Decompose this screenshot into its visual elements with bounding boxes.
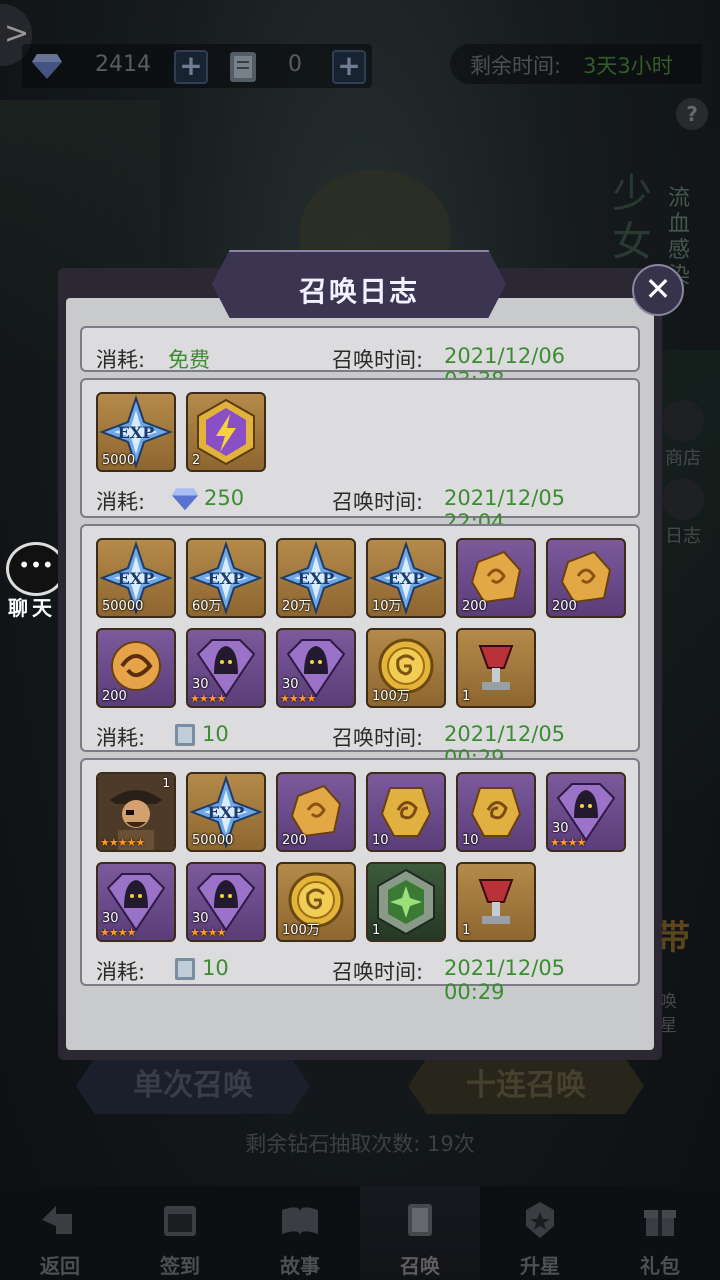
item-stars: ★★★★ — [550, 836, 586, 849]
reward-item[interactable]: 1 ★★★★★ — [96, 772, 176, 852]
item-level: 1 — [162, 776, 170, 790]
reward-item[interactable]: 200 — [456, 538, 536, 618]
cost-label: 消耗: — [96, 490, 146, 514]
item-quantity: 50000 — [102, 599, 144, 614]
svg-text:EXP: EXP — [298, 569, 335, 588]
time-label: 召唤时间: — [332, 960, 424, 984]
reward-item[interactable]: 100万 — [276, 862, 356, 942]
modal-title: 召唤日志 — [298, 275, 419, 308]
svg-text:EXP: EXP — [118, 569, 155, 588]
reward-item[interactable]: 30 ★★★★ — [276, 628, 356, 708]
reward-item[interactable]: 1 — [366, 862, 446, 942]
item-quantity: 30 — [282, 677, 299, 692]
item-quantity: 200 — [552, 599, 577, 614]
reward-item[interactable]: 1 — [456, 862, 536, 942]
item-quantity: 2 — [192, 453, 201, 468]
summon-scroll-icon — [175, 958, 195, 980]
item-quantity: 100万 — [372, 689, 410, 704]
item-stars: ★★★★ — [190, 926, 226, 939]
reward-item[interactable]: EXP 60万 — [186, 538, 266, 618]
item-quantity: 10万 — [372, 599, 402, 614]
reward-item[interactable]: 1 — [456, 628, 536, 708]
time-label: 召唤时间: — [332, 726, 424, 750]
reward-item[interactable]: 10 — [456, 772, 536, 852]
time-label: 召唤时间: — [332, 490, 424, 514]
cost-value: 250 — [204, 486, 245, 510]
reward-item[interactable]: EXP 20万 — [276, 538, 356, 618]
item-quantity: 30 — [192, 911, 209, 926]
chat-icon: ••• — [6, 542, 66, 596]
item-stars: ★★★★ — [100, 926, 136, 939]
reward-item[interactable]: EXP 50000 — [96, 538, 176, 618]
item-stars: ★★★★ — [190, 692, 226, 705]
reward-item[interactable]: 200 — [96, 628, 176, 708]
svg-text:EXP: EXP — [388, 569, 425, 588]
reward-item[interactable]: 30 ★★★★ — [186, 862, 266, 942]
reward-item[interactable]: 30 ★★★★ — [546, 772, 626, 852]
item-quantity: 30 — [192, 677, 209, 692]
item-quantity: 1 — [372, 923, 381, 938]
summon-scroll-icon — [175, 724, 195, 746]
entry-footer: 消耗: 10 召唤时间: 2021/12/05 00:29 — [96, 956, 626, 1004]
entry-footer: 消耗: 免费 召唤时间: 2021/12/06 03:38 — [96, 344, 626, 392]
item-quantity: 60万 — [192, 599, 222, 614]
item-quantity: 1 — [462, 923, 471, 938]
item-quantity: 20万 — [282, 599, 312, 614]
reward-item[interactable]: EXP 5000 — [96, 392, 176, 472]
reward-item[interactable]: 100万 — [366, 628, 446, 708]
item-quantity: 30 — [102, 911, 119, 926]
item-quantity: 1 — [462, 689, 471, 704]
entry-footer: 消耗: 10 召唤时间: 2021/12/05 00:29 — [96, 722, 626, 770]
cost-value: 10 — [202, 722, 229, 746]
svg-text:EXP: EXP — [208, 569, 245, 588]
chat-button[interactable]: ••• 聊天 — [0, 538, 66, 620]
reward-item[interactable]: EXP 10万 — [366, 538, 446, 618]
time-label: 召唤时间: — [332, 348, 424, 372]
log-entry: EXP 5000 2 消耗: 250 召唤时间: 2021/12/05 22:04 — [80, 378, 640, 534]
cost-value: 10 — [202, 956, 229, 980]
cost-label: 消耗: — [96, 960, 146, 984]
reward-item[interactable]: 200 — [276, 772, 356, 852]
item-quantity: 100万 — [282, 923, 320, 938]
log-entry: 1 ★★★★★ EXP 50000 200 10 10 30 ★★★★ 30 ★★★★ 30 ★★★★ 1… — [80, 758, 640, 1004]
diamond-icon — [172, 488, 198, 511]
item-quantity: 10 — [372, 833, 389, 848]
cost-value: 免费 — [168, 348, 210, 372]
cost-label: 消耗: — [96, 726, 146, 750]
item-quantity: 200 — [282, 833, 307, 848]
close-icon[interactable]: ✕ — [632, 264, 684, 316]
svg-text:EXP: EXP — [208, 803, 245, 822]
reward-item[interactable]: 2 — [186, 392, 266, 472]
reward-item[interactable]: EXP 50000 — [186, 772, 266, 852]
reward-item[interactable]: 200 — [546, 538, 626, 618]
item-stars: ★★★★★ — [100, 836, 145, 849]
svg-text:EXP: EXP — [118, 423, 155, 442]
log-entry: 消耗: 免费 召唤时间: 2021/12/06 03:38 — [80, 326, 640, 392]
entry-footer: 消耗: 250 召唤时间: 2021/12/05 22:04 — [96, 486, 626, 534]
chat-label: 聊天 — [8, 596, 56, 620]
cost-label: 消耗: — [96, 348, 146, 372]
reward-item[interactable]: 10 — [366, 772, 446, 852]
time-value: 2021/12/05 00:29 — [444, 956, 566, 1004]
item-stars: ★★★★ — [280, 692, 316, 705]
item-quantity: 200 — [462, 599, 487, 614]
item-quantity: 50000 — [192, 833, 234, 848]
item-quantity: 10 — [462, 833, 479, 848]
log-entry: EXP 50000 EXP 60万 EXP 20万 EXP 10万 200 200 200 30 ★★★… — [80, 524, 640, 770]
reward-item[interactable]: 30 ★★★★ — [186, 628, 266, 708]
item-quantity: 30 — [552, 821, 569, 836]
reward-item[interactable]: 30 ★★★★ — [96, 862, 176, 942]
item-quantity: 5000 — [102, 453, 136, 468]
item-quantity: 200 — [102, 689, 127, 704]
